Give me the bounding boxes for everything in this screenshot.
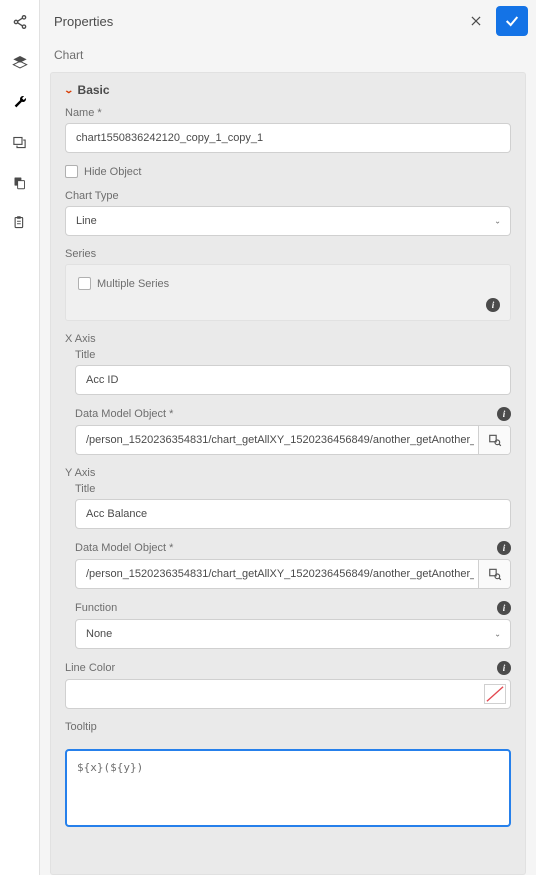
multiple-series-label: Multiple Series — [97, 278, 169, 290]
yaxis-title-input[interactable] — [75, 499, 511, 529]
form-container: ⌄ Basic Name * Hide Object Chart Type Li… — [50, 72, 526, 875]
xaxis-title-label: Title — [75, 349, 511, 361]
xaxis-label: X Axis — [65, 333, 511, 345]
left-rail — [0, 0, 40, 875]
wrench-icon[interactable] — [10, 92, 30, 112]
chart-type-label: Chart Type — [65, 190, 511, 202]
browse-button[interactable] — [478, 560, 510, 588]
multiple-series-checkbox[interactable] — [78, 277, 91, 290]
properties-panel: Properties Chart ⌄ Basic Name * Hide Obj… — [40, 0, 536, 875]
info-icon[interactable]: i — [497, 541, 511, 555]
browse-button[interactable] — [478, 426, 510, 454]
info-icon[interactable]: i — [497, 601, 511, 615]
confirm-button[interactable] — [496, 6, 528, 36]
line-color-label: Line Color — [65, 662, 115, 674]
panel-subheading: Chart — [40, 42, 536, 72]
data-icon[interactable] — [10, 132, 30, 152]
yaxis-title-label: Title — [75, 483, 511, 495]
hide-object-label: Hide Object — [84, 166, 141, 178]
series-label: Series — [65, 248, 511, 260]
xaxis-dmo-label: Data Model Object * — [75, 408, 173, 420]
xaxis-title-input[interactable] — [75, 365, 511, 395]
xaxis-dmo-input[interactable] — [75, 425, 511, 455]
panel-title: Properties — [54, 14, 462, 29]
line-color-input[interactable] — [65, 679, 511, 709]
yaxis-label: Y Axis — [65, 467, 511, 479]
hide-object-checkbox[interactable] — [65, 165, 78, 178]
name-input[interactable] — [65, 123, 511, 153]
copy-icon[interactable] — [10, 172, 30, 192]
tooltip-label: Tooltip — [65, 721, 511, 733]
clipboard-icon[interactable] — [10, 212, 30, 232]
yaxis-dmo-input[interactable] — [75, 559, 511, 589]
multiple-series-row[interactable]: Multiple Series — [78, 277, 498, 290]
hide-object-row[interactable]: Hide Object — [65, 165, 511, 178]
tooltip-textarea[interactable] — [65, 749, 511, 827]
info-icon[interactable]: i — [497, 661, 511, 675]
function-select[interactable]: None — [75, 619, 511, 649]
info-icon[interactable]: i — [486, 298, 500, 312]
yaxis-dmo-label: Data Model Object * — [75, 542, 173, 554]
name-label: Name * — [65, 107, 511, 119]
chart-type-select[interactable]: Line — [65, 206, 511, 236]
section-title: Basic — [78, 83, 110, 97]
color-swatch-none[interactable] — [484, 684, 506, 704]
function-label: Function — [75, 602, 117, 614]
section-basic-header[interactable]: ⌄ Basic — [51, 73, 525, 107]
close-button[interactable] — [462, 7, 490, 35]
panel-header: Properties — [40, 0, 536, 42]
series-subpanel: Multiple Series i — [65, 264, 511, 321]
layers-icon[interactable] — [10, 52, 30, 72]
chevron-down-icon: ⌄ — [63, 85, 74, 96]
share-icon[interactable] — [10, 12, 30, 32]
info-icon[interactable]: i — [497, 407, 511, 421]
